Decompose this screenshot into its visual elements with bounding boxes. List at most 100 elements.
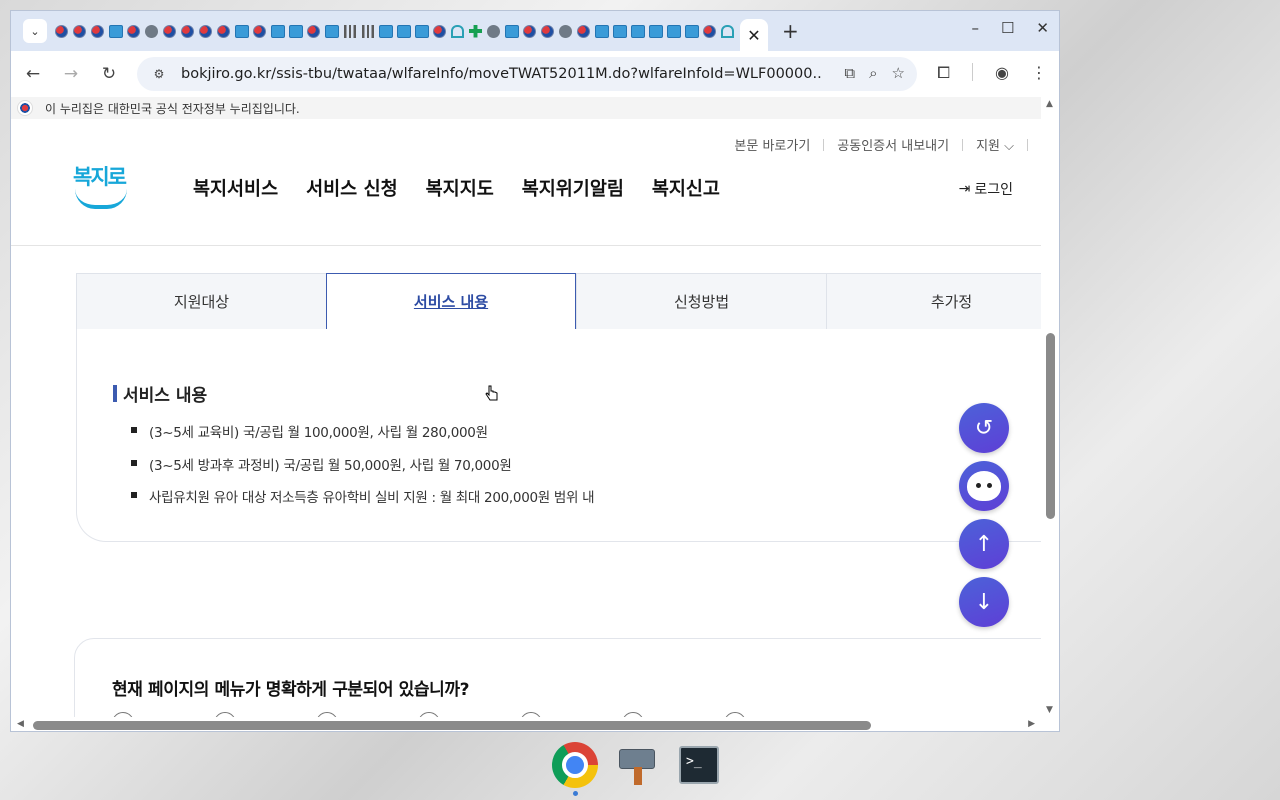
bullet-icon bbox=[131, 459, 137, 466]
logo-smile-icon bbox=[75, 189, 127, 209]
tab-favicon-17[interactable] bbox=[341, 20, 358, 42]
scroll-right-arrow-icon[interactable]: ▶ bbox=[1028, 719, 1035, 729]
history-icon: ↺ bbox=[974, 415, 994, 441]
tab-favicon-12[interactable] bbox=[251, 20, 268, 42]
tab-favicon-2[interactable] bbox=[71, 20, 88, 42]
nav-welfare-report[interactable]: 복지신고 bbox=[652, 175, 720, 201]
tab-favicon-21[interactable] bbox=[413, 20, 430, 42]
tab-favicon-13[interactable] bbox=[269, 20, 286, 42]
terminal-taskbar-button[interactable]: >_ bbox=[674, 740, 724, 790]
bookmark-star-icon[interactable]: ☆ bbox=[892, 64, 905, 82]
tab-favicon-30[interactable] bbox=[575, 20, 592, 42]
tab-favicon-26[interactable] bbox=[503, 20, 520, 42]
scroll-bottom-button[interactable]: ↓ bbox=[959, 577, 1009, 627]
url-text[interactable]: bokjiro.go.kr/ssis-tbu/twataa/wlfareInfo… bbox=[181, 66, 821, 82]
horizontal-scroll-thumb[interactable] bbox=[33, 721, 871, 730]
tab-favicon-7[interactable] bbox=[161, 20, 178, 42]
zoom-icon[interactable]: ⌕ bbox=[869, 64, 877, 82]
omnibox-actions: ⧉ ⌕ ☆ bbox=[844, 64, 905, 82]
tab-favicon-1[interactable] bbox=[53, 20, 70, 42]
tab-favicon-6[interactable] bbox=[143, 20, 160, 42]
close-window-icon[interactable]: ✕ bbox=[1036, 19, 1049, 37]
tab-favicon-24[interactable] bbox=[467, 20, 484, 42]
chatbot-icon bbox=[967, 471, 1001, 501]
profile-icon[interactable]: ◉ bbox=[995, 63, 1009, 83]
maximize-icon[interactable]: ☐ bbox=[1001, 19, 1014, 37]
tab-favicon-29[interactable] bbox=[557, 20, 574, 42]
tab-favicon-23[interactable] bbox=[449, 20, 466, 42]
section-title-text: 서비스 내용 bbox=[123, 386, 208, 406]
menu-kebab-icon[interactable]: ⋮ bbox=[1031, 63, 1047, 83]
recent-history-button[interactable]: ↺ bbox=[959, 403, 1009, 453]
nav-crisis-alert[interactable]: 복지위기알림 bbox=[522, 175, 624, 201]
arrow-up-icon: ↑ bbox=[974, 531, 994, 557]
address-bar[interactable]: ⚙ bokjiro.go.kr/ssis-tbu/twataa/wlfareIn… bbox=[137, 57, 917, 91]
vertical-scrollbar[interactable]: ▲ ▼ bbox=[1041, 97, 1059, 717]
bokjiro-logo[interactable]: 복지로 bbox=[73, 161, 129, 211]
login-button[interactable]: ⇥ 로그인 bbox=[959, 179, 1013, 199]
site-info-icon[interactable]: ⚙ bbox=[149, 64, 169, 84]
tab-favicon-19[interactable] bbox=[377, 20, 394, 42]
tab-favicon-8[interactable] bbox=[179, 20, 196, 42]
active-tab[interactable]: ✕ bbox=[740, 19, 768, 51]
tab-favicon-22[interactable] bbox=[431, 20, 448, 42]
extensions-icon[interactable]: ⧠ bbox=[937, 63, 950, 83]
page-viewport: 이 누리집은 대한민국 공식 전자정부 누리집입니다. 본문 바로가기 공동인증… bbox=[11, 97, 1041, 717]
nav-welfare-services[interactable]: 복지서비스 bbox=[193, 175, 278, 201]
back-icon[interactable]: ← bbox=[17, 64, 49, 84]
tab-favicon-3[interactable] bbox=[89, 20, 106, 42]
forward-icon[interactable]: → bbox=[55, 64, 87, 84]
translate-icon[interactable]: ⧉ bbox=[844, 64, 855, 82]
new-tab-button[interactable]: + bbox=[782, 19, 799, 43]
tab-service-content[interactable]: 서비스 내용 bbox=[325, 273, 577, 330]
skip-to-content-link[interactable]: 본문 바로가기 bbox=[734, 135, 810, 154]
tab-favicon-38[interactable] bbox=[719, 20, 736, 42]
nav-service-apply[interactable]: 서비스 신청 bbox=[306, 175, 398, 201]
tab-favicon-31[interactable] bbox=[593, 20, 610, 42]
taskbar: >_ bbox=[550, 740, 724, 796]
scroll-top-button[interactable]: ↑ bbox=[959, 519, 1009, 569]
tab-eligibility[interactable]: 지원대상 bbox=[76, 273, 326, 330]
tab-favicon-35[interactable] bbox=[665, 20, 682, 42]
tab-favicon-36[interactable] bbox=[683, 20, 700, 42]
vertical-scroll-thumb[interactable] bbox=[1046, 333, 1055, 519]
tab-how-to-apply[interactable]: 신청방법 bbox=[576, 273, 827, 330]
support-dropdown[interactable]: 지원 ⌵ bbox=[976, 135, 1014, 154]
tab-search-button[interactable]: ⌄ bbox=[23, 19, 47, 43]
header-divider bbox=[11, 245, 1041, 246]
scroll-up-arrow-icon[interactable]: ▲ bbox=[1046, 99, 1053, 109]
tab-favicon-28[interactable] bbox=[539, 20, 556, 42]
tab-favicon-18[interactable] bbox=[359, 20, 376, 42]
tab-favicon-14[interactable] bbox=[287, 20, 304, 42]
tab-favicon-5[interactable] bbox=[125, 20, 142, 42]
browser-window: ⌄ ✕ + – ☐ ✕ ← → ↻ ⚙ bokjiro.go.kr/ssis-t… bbox=[10, 10, 1060, 732]
scroll-down-arrow-icon[interactable]: ▼ bbox=[1046, 705, 1053, 715]
tool-taskbar-button[interactable] bbox=[612, 740, 662, 790]
tab-favicon-11[interactable] bbox=[233, 20, 250, 42]
minimize-icon[interactable]: – bbox=[971, 19, 979, 37]
close-tab-icon[interactable]: ✕ bbox=[747, 26, 760, 45]
horizontal-scrollbar[interactable]: ◀ ▶ bbox=[11, 717, 1041, 731]
tab-favicon-27[interactable] bbox=[521, 20, 538, 42]
tab-favicon-16[interactable] bbox=[323, 20, 340, 42]
cert-export-link[interactable]: 공동인증서 내보내기 bbox=[837, 135, 949, 154]
chrome-taskbar-button[interactable] bbox=[550, 740, 600, 796]
tab-favicon-15[interactable] bbox=[305, 20, 322, 42]
reload-icon[interactable]: ↻ bbox=[93, 64, 125, 84]
tab-favicon-33[interactable] bbox=[629, 20, 646, 42]
service-bullets: (3~5세 교육비) 국/공립 월 100,000원, 사립 월 280,000… bbox=[131, 421, 595, 519]
tab-additional-info[interactable]: 추가정 bbox=[826, 273, 1041, 330]
tab-favicon-9[interactable] bbox=[197, 20, 214, 42]
tab-favicon-4[interactable] bbox=[107, 20, 124, 42]
tab-favicon-37[interactable] bbox=[701, 20, 718, 42]
tab-favicon-10[interactable] bbox=[215, 20, 232, 42]
scroll-left-arrow-icon[interactable]: ◀ bbox=[17, 719, 24, 729]
tab-favicon-32[interactable] bbox=[611, 20, 628, 42]
tab-favicon-25[interactable] bbox=[485, 20, 502, 42]
nav-welfare-map[interactable]: 복지지도 bbox=[426, 175, 494, 201]
list-item-text: 사립유치원 유아 대상 저소득층 유아학비 실비 지원 : 월 최대 200,0… bbox=[149, 490, 595, 506]
chatbot-button[interactable] bbox=[959, 461, 1009, 511]
tab-favicon-20[interactable] bbox=[395, 20, 412, 42]
tab-favicon-34[interactable] bbox=[647, 20, 664, 42]
list-item: (3~5세 교육비) 국/공립 월 100,000원, 사립 월 280,000… bbox=[131, 421, 594, 454]
